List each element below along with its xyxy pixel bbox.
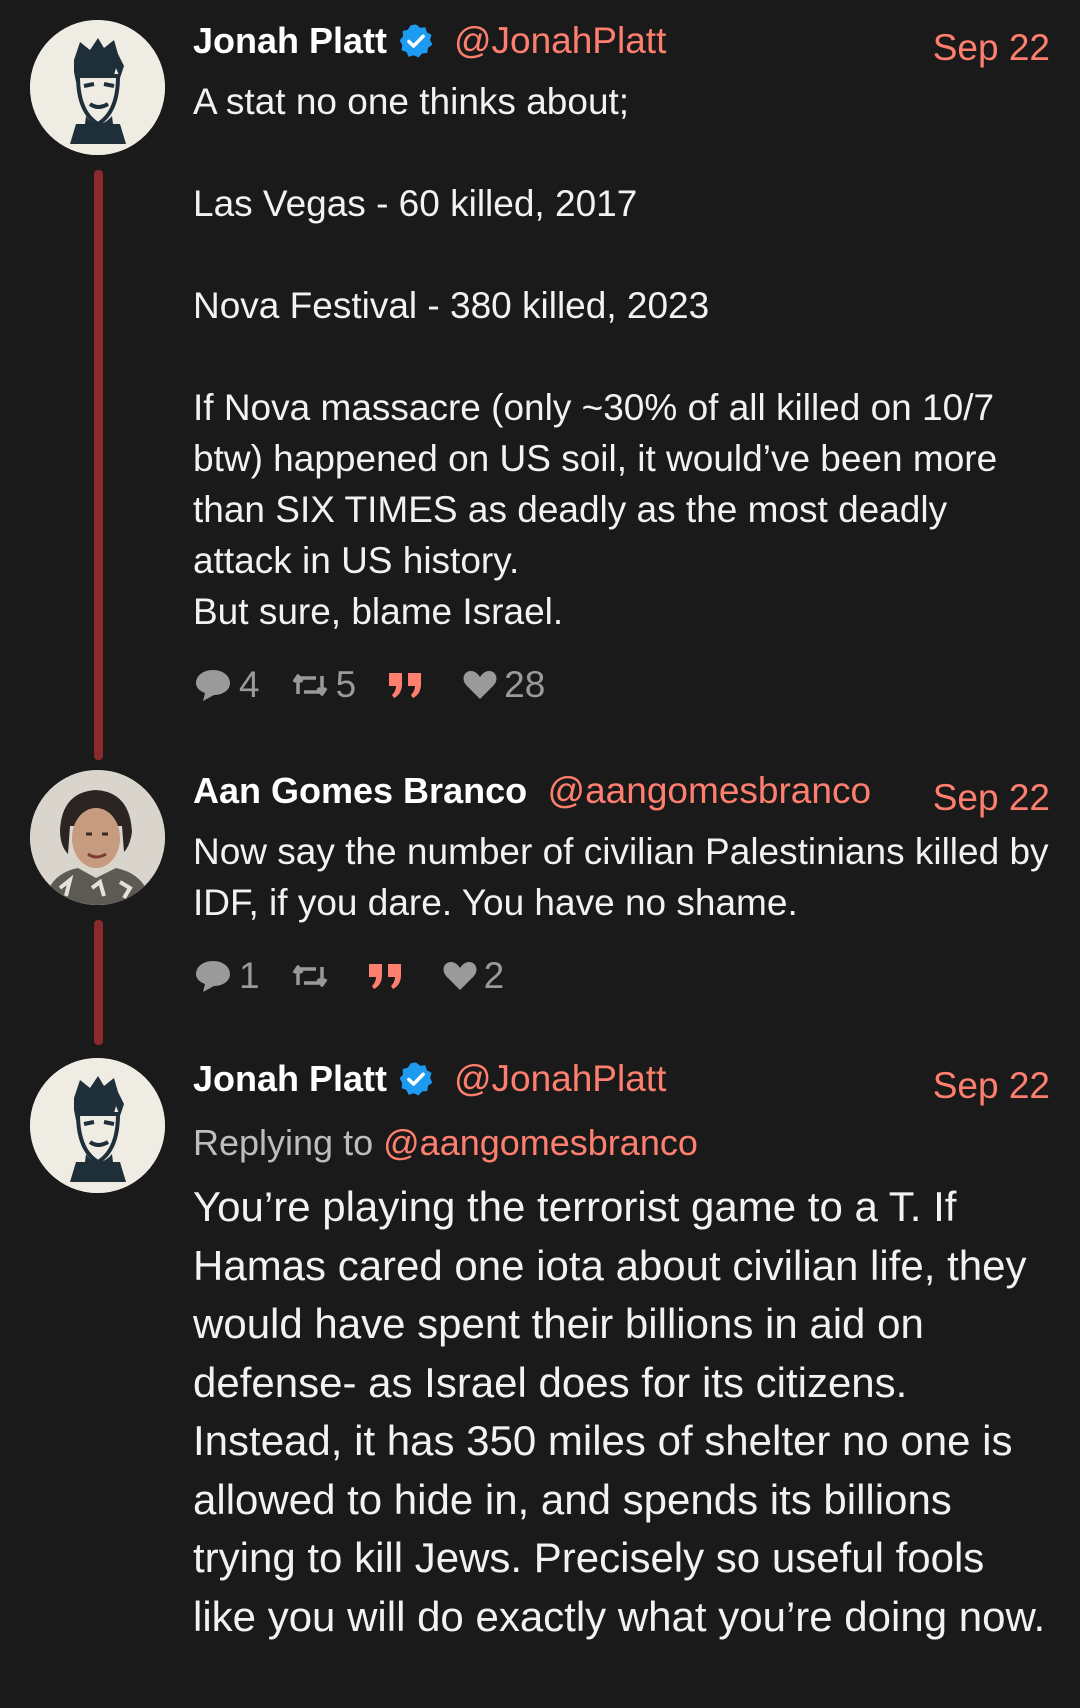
like-button[interactable]: 28	[462, 664, 545, 706]
display-name[interactable]: Aan Gomes Branco	[193, 770, 527, 811]
repost-button[interactable]: 5	[290, 664, 357, 706]
reply-bubble-icon	[196, 961, 230, 992]
replying-to: Replying to @aangomesbranco	[193, 1114, 1050, 1172]
handle[interactable]: @JonahPlatt	[454, 1058, 666, 1099]
quote-button[interactable]	[386, 670, 432, 700]
illustrated-face-avatar-icon	[30, 1058, 165, 1193]
repost-icon	[292, 965, 328, 987]
reply-count: 4	[239, 664, 260, 705]
display-name[interactable]: Jonah Platt	[193, 20, 387, 61]
illustrated-face-avatar-icon	[30, 20, 165, 155]
post-date[interactable]: Sep 22	[933, 770, 1050, 826]
handle[interactable]: @aangomesbranco	[548, 770, 871, 811]
quote-icon	[368, 964, 401, 989]
replying-to-handle[interactable]: @aangomesbranco	[383, 1122, 698, 1163]
reply-bubble-icon	[196, 670, 230, 701]
avatar[interactable]	[30, 20, 165, 155]
post-header: Aan Gomes Branco @aangomesbranco Sep 22	[193, 770, 1050, 826]
heart-icon	[443, 962, 477, 990]
thread-line	[94, 170, 103, 760]
repost-count: 5	[335, 664, 357, 705]
replying-to-label: Replying to	[193, 1122, 374, 1163]
post-actions: 4 5 28	[193, 655, 1050, 715]
quote-icon	[389, 673, 422, 698]
post-header: Jonah Platt @JonahPlatt Sep 22	[193, 20, 1050, 76]
post-text: You’re playing the terrorist game to a T…	[193, 1183, 1046, 1640]
display-name[interactable]: Jonah Platt	[193, 1058, 387, 1099]
post-text: A stat no one thinks about; Las Vegas - …	[193, 81, 998, 632]
reply-count: 1	[239, 955, 260, 996]
avatar[interactable]	[30, 1058, 165, 1193]
handle[interactable]: @JonahPlatt	[454, 20, 666, 61]
post-header: Jonah Platt @JonahPlatt Sep 22	[193, 1058, 1050, 1114]
verified-badge-icon	[400, 24, 433, 58]
repost-button[interactable]	[290, 961, 336, 991]
post-text: Now say the number of civilian Palestini…	[193, 831, 1059, 923]
like-button[interactable]: 2	[442, 955, 505, 997]
like-count: 2	[483, 955, 505, 996]
like-count: 28	[504, 664, 546, 705]
post-date[interactable]: Sep 22	[933, 1058, 1050, 1114]
avatar[interactable]	[30, 770, 165, 905]
repost-icon	[292, 674, 328, 696]
heart-icon	[463, 671, 497, 699]
quote-button[interactable]	[366, 961, 412, 991]
post-actions: 1 2	[193, 946, 1050, 1006]
reply-button[interactable]: 1	[193, 955, 260, 997]
photo-avatar-icon	[30, 770, 165, 905]
post-date[interactable]: Sep 22	[933, 20, 1050, 76]
reply-button[interactable]: 4	[193, 664, 260, 706]
verified-badge-icon	[400, 1062, 433, 1096]
thread-line	[94, 920, 103, 1045]
